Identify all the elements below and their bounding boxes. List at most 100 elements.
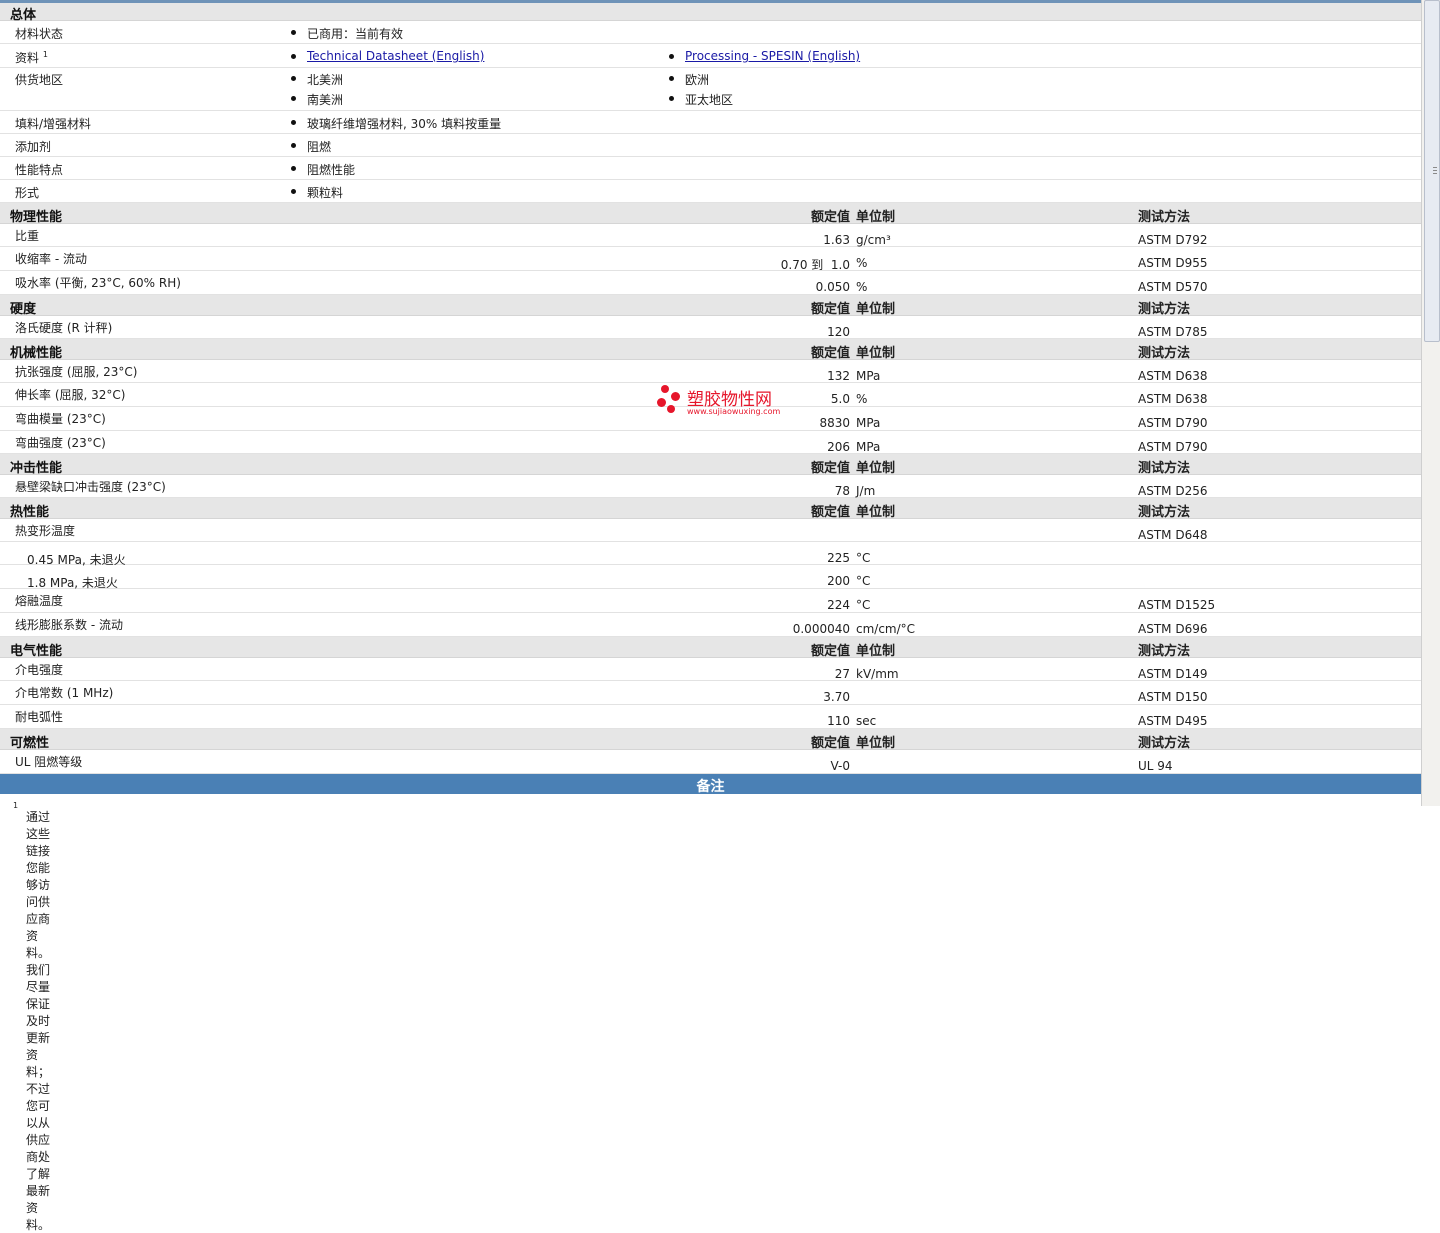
property-value: 8830: [819, 416, 850, 430]
general-row-filler: 填料/增强材料 玻璃纤维增强材料, 30% 填料按重量: [0, 111, 1421, 134]
technical-datasheet-link[interactable]: Technical Datasheet (English): [307, 49, 484, 63]
property-unit: %: [856, 280, 868, 294]
property-test-method: ASTM D1525: [1138, 598, 1216, 612]
row-label: 资料 1: [15, 49, 48, 66]
property-test-method: ASTM D790: [1138, 416, 1208, 430]
property-row: 收缩率 - 流动 0.70 到 1.0% ASTM D955: [0, 247, 1421, 272]
section-title: 可燃性: [10, 736, 50, 751]
column-header-unit: 单位制: [856, 302, 896, 317]
list-item-text: 南美洲: [307, 93, 344, 107]
watermark-dot-icon: [661, 385, 669, 393]
property-test-method: ASTM D256: [1138, 484, 1208, 498]
grip-line: [1433, 167, 1437, 168]
column-header-test-method: 测试方法: [1138, 346, 1191, 361]
section-title: 冲击性能: [10, 461, 63, 476]
section-title: 硬度: [10, 302, 37, 317]
column-header-unit: 单位制: [856, 210, 896, 225]
property-label: 线形膨胀系数 - 流动: [15, 618, 123, 632]
property-value: 224: [827, 598, 850, 612]
general-row-regions: 供货地区 北美洲 欧洲 南美洲 亚太地区: [0, 68, 1421, 111]
property-row: 吸水率 (平衡, 23°C, 60% RH) 0.050% ASTM D570: [0, 271, 1421, 295]
section-header: 冲击性能 额定值 单位制 测试方法: [0, 454, 1421, 476]
general-row-status: 材料状态 已商用：当前有效: [0, 21, 1421, 44]
property-label: 热变形温度: [15, 524, 76, 538]
property-test-method: ASTM D790: [1138, 440, 1208, 454]
bullet-icon: [291, 143, 296, 148]
list-item-text: 玻璃纤维增强材料, 30% 填料按重量: [307, 117, 502, 131]
property-value: 132: [827, 369, 850, 383]
property-unit: cm/cm/°C: [856, 622, 916, 636]
property-test-method: ASTM D955: [1138, 256, 1208, 270]
column-header-nominal: 额定值: [810, 461, 850, 476]
column-header-unit: 单位制: [856, 736, 896, 751]
row-label: 材料状态: [15, 27, 64, 41]
column-header-test-method: 测试方法: [1138, 644, 1191, 659]
property-row: 抗张强度 (屈服, 23°C) 132 MPa ASTM D638: [0, 360, 1421, 383]
property-unit: %: [856, 392, 868, 406]
property-unit: MPa: [856, 440, 881, 454]
property-label: 熔融温度: [15, 594, 64, 608]
property-unit: J/m: [856, 484, 876, 498]
property-value: 110: [827, 714, 850, 728]
row-label: 性能特点: [15, 163, 64, 177]
processing-link[interactable]: Processing - SPESIN (English): [685, 49, 860, 63]
vertical-scrollbar[interactable]: [1421, 0, 1440, 806]
section-title: 电气性能: [10, 644, 63, 659]
property-value: 200: [827, 574, 850, 588]
general-row-form: 形式 颗粒料: [0, 180, 1421, 203]
footnote: 1 通过这些链接您能够访问供应商资料。我们尽量保证及时更新资料；不过您可以从供应…: [0, 794, 1421, 1232]
watermark-logo: 塑胶物性网 www.sujiaowuxing.com: [657, 385, 797, 421]
row-label: 添加剂: [15, 140, 52, 154]
property-test-method: ASTM D570: [1138, 280, 1208, 294]
column-header-test-method: 测试方法: [1138, 505, 1191, 520]
notes-title: 备注: [696, 779, 725, 795]
column-header-unit: 单位制: [856, 461, 896, 476]
section-header: 物理性能 额定值 单位制 测试方法: [0, 203, 1421, 225]
property-test-method: ASTM D638: [1138, 369, 1208, 383]
row-label: 填料/增强材料: [15, 117, 92, 131]
column-header-unit: 单位制: [856, 346, 896, 361]
property-value: 78: [834, 484, 850, 498]
footnote-text: 1 通过这些链接您能够访问供应商资料。我们尽量保证及时更新资料；不过您可以从供应…: [13, 801, 50, 1232]
bullet-icon: [669, 96, 674, 101]
section-header: 硬度 额定值 单位制 测试方法: [0, 295, 1421, 317]
property-unit: g/cm³: [856, 233, 891, 247]
column-header-unit: 单位制: [856, 505, 896, 520]
footnote-body: 通过这些链接您能够访问供应商资料。我们尽量保证及时更新资料；不过您可以从供应商处…: [26, 810, 51, 1232]
section-general-header: 总体: [0, 3, 1421, 23]
bullet-icon: [291, 189, 296, 194]
section-header: 可燃性 额定值 单位制 测试方法: [0, 729, 1421, 751]
row-label: 形式: [15, 186, 40, 200]
property-unit: MPa: [856, 369, 881, 383]
general-row-features: 性能特点 阻燃性能: [0, 157, 1421, 180]
property-label: 收缩率 - 流动: [15, 252, 87, 266]
bullet-icon: [669, 76, 674, 81]
column-header-nominal: 额定值: [810, 210, 850, 225]
property-row: 1.8 MPa, 未退火 200 °C: [0, 565, 1421, 590]
property-test-method: ASTM D149: [1138, 667, 1208, 681]
grip-line: [1433, 173, 1437, 174]
property-value: 27: [834, 667, 850, 681]
property-unit: %: [856, 256, 868, 270]
property-row: 悬壁梁缺口冲击强度 (23°C) 78 J/m ASTM D256: [0, 475, 1421, 498]
general-row-additive: 添加剂 阻燃: [0, 134, 1421, 157]
property-row: 洛氏硬度 (R 计秤) 120 ASTM D785: [0, 316, 1421, 339]
property-label: 弯曲模量 (23°C): [15, 412, 106, 426]
bullet-icon: [291, 54, 296, 59]
bullet-icon: [291, 30, 296, 35]
watermark-dot-icon: [671, 392, 680, 401]
property-test-method: ASTM D785: [1138, 325, 1208, 339]
general-row-docs: 资料 1 Technical Datasheet (English) Proce…: [0, 44, 1421, 68]
section-title: 机械性能: [10, 346, 63, 361]
property-row: 介电常数 (1 MHz) 3.70 ASTM D150: [0, 681, 1421, 705]
section-header: 机械性能 额定值 单位制 测试方法: [0, 339, 1421, 361]
property-test-method: ASTM D495: [1138, 714, 1208, 728]
property-value: 0.000040: [792, 622, 850, 636]
watermark-dot-icon: [667, 405, 675, 413]
scrollbar-thumb[interactable]: [1424, 0, 1440, 342]
section-header: 电气性能 额定值 单位制 测试方法: [0, 637, 1421, 659]
property-unit: °C: [856, 551, 871, 565]
property-row: 介电强度 27 kV/mm ASTM D149: [0, 658, 1421, 681]
property-test-method: ASTM D696: [1138, 622, 1208, 636]
property-value: 1.63: [823, 233, 850, 247]
